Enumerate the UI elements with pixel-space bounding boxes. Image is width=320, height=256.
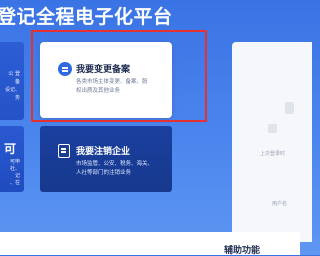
portal-page: 登记全程电子化平台 公 登 备 设记、 务 可 可申 社、 记 、在 我要变更备… (0, 0, 312, 256)
card-snippet: 公 登 (8, 71, 20, 77)
document-icon (58, 144, 70, 158)
card-snippet: 设记、 (4, 87, 20, 93)
change-filing-icon (58, 62, 72, 76)
card-snippet: 务 (14, 95, 20, 101)
service-card-left-bottom[interactable]: 可 可申 社、 记 、在 (0, 126, 24, 192)
cancel-enterprise-title: 我要注销企业 (76, 147, 131, 157)
card-snippet: 社、 (9, 166, 20, 172)
blurred-info (268, 124, 277, 133)
change-filing-desc: 各类市场主体变更、备案、股权出质及其他业务 (76, 79, 148, 94)
cancel-enterprise-desc: 市场监管、公安、税务、海关、人社等部门的注销业务 (76, 161, 154, 176)
change-filing-title: 我要变更备案 (76, 65, 131, 75)
login-panel: 上次登录时 用户名 (232, 42, 312, 242)
page-title: 登记全程电子化平台 (0, 6, 173, 28)
card-title-fragment: 可 (3, 142, 16, 156)
last-login-label: 上次登录时 (260, 151, 286, 157)
username-label: 用户名 (272, 201, 288, 207)
card-snippet: 记 (14, 173, 20, 179)
service-card-left-top[interactable]: 公 登 备 设记、 务 (0, 42, 24, 120)
change-filing-card[interactable]: 我要变更备案 各类市场主体变更、备案、股权出质及其他业务 (40, 42, 172, 118)
cancel-enterprise-card[interactable]: 我要注销企业 市场监管、公安、税务、海关、人社等部门的注销业务 (40, 126, 172, 192)
card-snippet: 、在 (9, 180, 20, 186)
card-snippet: 可申 (9, 159, 20, 165)
card-snippet: 备 (14, 79, 20, 85)
blurred-avatar (285, 102, 294, 114)
auxiliary-functions-title: 辅助功能 (224, 246, 261, 256)
